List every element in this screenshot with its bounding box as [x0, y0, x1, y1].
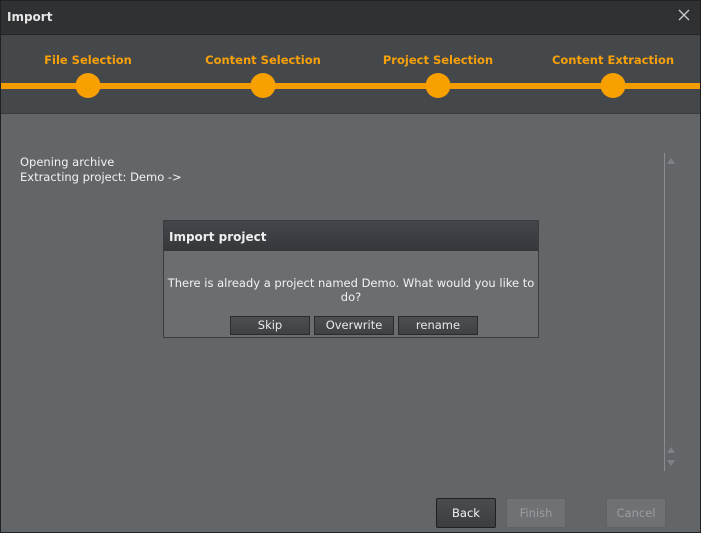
- close-icon[interactable]: [676, 7, 692, 23]
- dialog-title: Import project: [169, 230, 267, 244]
- title-bar: Import: [1, 1, 700, 35]
- step-marker-content-extraction: [600, 73, 626, 98]
- log-scrollbar[interactable]: [664, 153, 682, 471]
- dialog-message: There is already a project named Demo. W…: [167, 276, 535, 304]
- cancel-button[interactable]: Cancel: [606, 498, 666, 528]
- chevron-down-icon[interactable]: [667, 460, 675, 466]
- step-label-content-selection: Content Selection: [205, 53, 321, 67]
- step-marker-content-selection: [250, 73, 276, 98]
- import-project-dialog: Import project There is already a projec…: [163, 220, 539, 338]
- log-line: Opening archive: [20, 155, 115, 169]
- step-label-project-selection: Project Selection: [382, 53, 494, 67]
- skip-button[interactable]: Skip: [230, 316, 310, 335]
- step-label-file-selection: File Selection: [44, 53, 132, 67]
- import-log: Opening archive Extracting project: Demo…: [20, 155, 182, 185]
- window-title: Import: [7, 10, 53, 24]
- scrollbar-track[interactable]: [664, 153, 665, 471]
- step-marker-project-selection: [425, 73, 451, 98]
- overwrite-button[interactable]: Overwrite: [314, 316, 394, 335]
- finish-button[interactable]: Finish: [506, 498, 566, 528]
- rename-button[interactable]: rename: [398, 316, 478, 335]
- import-window: Import File Selection Content Selection …: [0, 0, 701, 533]
- step-marker-file-selection: [75, 73, 101, 98]
- chevron-up-icon[interactable]: [667, 447, 675, 453]
- dialog-header: Import project: [164, 221, 538, 251]
- wizard-progress-track: [1, 83, 700, 89]
- step-label-content-extraction: Content Extraction: [551, 53, 675, 67]
- wizard-steps: File Selection Content Selection Project…: [1, 35, 700, 114]
- log-line: Extracting project: Demo ->: [20, 170, 182, 184]
- chevron-up-icon[interactable]: [667, 158, 675, 164]
- back-button[interactable]: Back: [436, 498, 496, 528]
